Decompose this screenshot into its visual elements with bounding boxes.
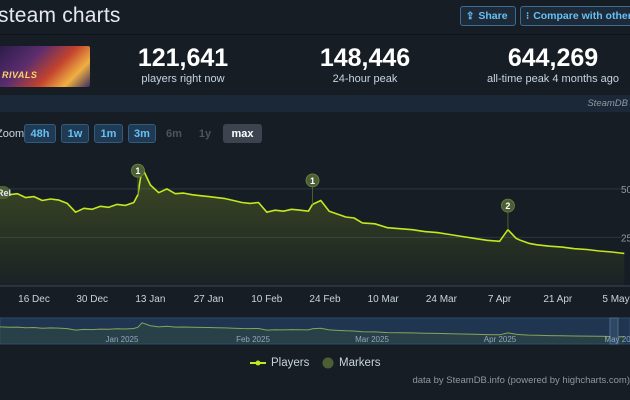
legend-markers[interactable]: Markers xyxy=(322,357,381,369)
chart-credit: data by SteamDB.info (powered by highcha… xyxy=(412,375,630,386)
marker-label-2: 2 xyxy=(505,201,510,211)
legend-players-label: Players xyxy=(271,357,310,369)
navigator-label-3: Apr 2025 xyxy=(484,335,517,344)
y-tick-label-0: 25 xyxy=(621,233,630,244)
navigator-label-0: Jan 2025 xyxy=(106,335,139,344)
marker-label-0: 1 xyxy=(135,166,140,176)
x-tick-label-6: 10 Mar xyxy=(368,294,400,305)
navigator-label-4: May 2025 xyxy=(604,335,630,344)
navigator-label-1: Feb 2025 xyxy=(236,335,270,344)
navigator-label-2: Mar 2025 xyxy=(355,335,389,344)
legend-players-swatch xyxy=(250,360,266,366)
x-tick-label-9: 21 Apr xyxy=(543,294,573,305)
x-tick-label-3: 27 Jan xyxy=(194,294,224,305)
x-tick-label-8: 7 Apr xyxy=(488,294,512,305)
legend-markers-swatch xyxy=(322,357,334,369)
legend-players[interactable]: Players xyxy=(250,357,309,369)
legend-markers-label: Markers xyxy=(339,357,381,369)
marker-label-1: 1 xyxy=(310,176,315,186)
x-tick-label-10: 5 May xyxy=(602,294,629,305)
player-chart[interactable]: 25 50 Rel 1 1 2 16 Dec 30 Dec 13 Jan 27 Jan 10 Feb… xyxy=(0,0,630,400)
x-tick-label-1: 30 Dec xyxy=(76,294,108,305)
y-tick-label-1: 50 xyxy=(621,185,630,196)
x-tick-label-7: 24 Mar xyxy=(426,294,458,305)
x-tick-label-0: 16 Dec xyxy=(18,294,50,305)
x-tick-label-2: 13 Jan xyxy=(135,294,165,305)
event-marker-label: Rel xyxy=(0,188,11,198)
x-tick-label-4: 10 Feb xyxy=(251,294,283,305)
x-tick-label-5: 24 Feb xyxy=(309,294,341,305)
